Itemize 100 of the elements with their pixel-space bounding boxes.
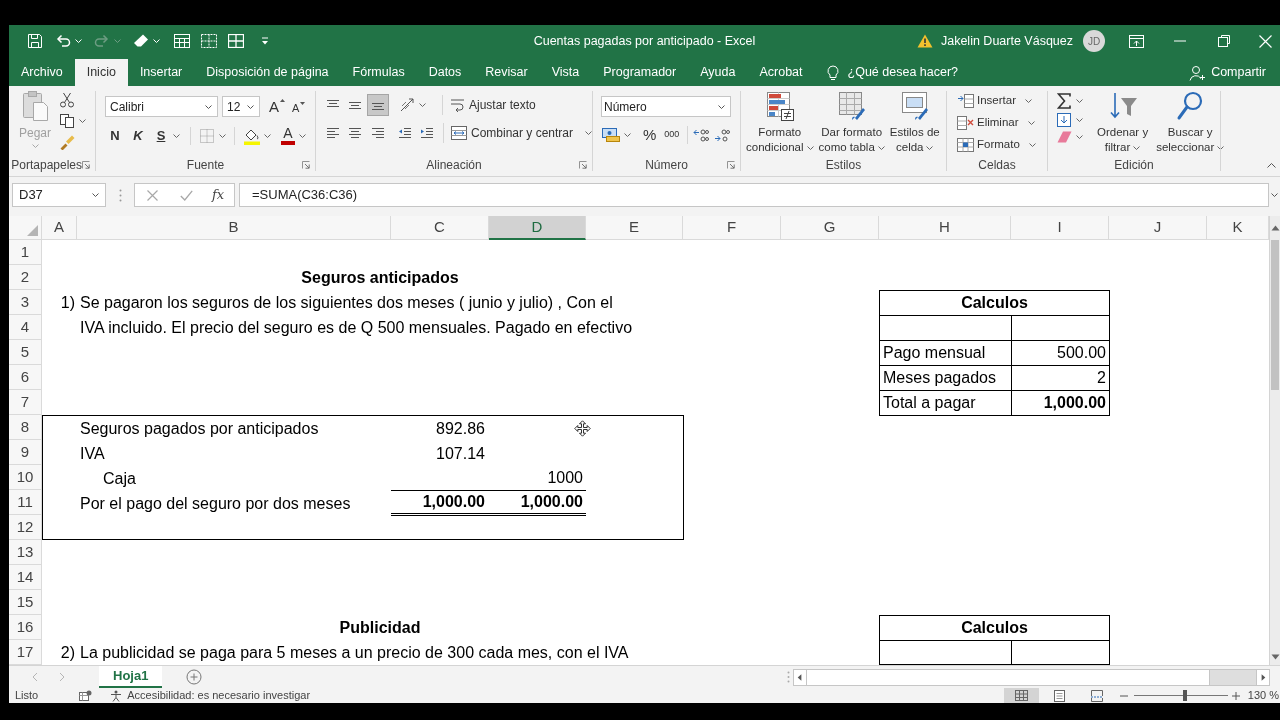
user-avatar[interactable]: JD [1083,30,1105,52]
row-header[interactable]: 7 [9,390,42,415]
increase-decimal-icon[interactable] [693,128,710,142]
ribbon-tab[interactable]: Datos [416,59,474,86]
sheet-tab[interactable]: Hoja1 [99,666,163,688]
insert-cells-button[interactable]: Insertar [957,91,1047,111]
more-options-icon[interactable] [119,188,122,202]
scroll-right-icon[interactable] [1256,669,1269,685]
column-header[interactable]: K [1207,216,1269,240]
zoom-slider-thumb[interactable] [1183,690,1188,701]
column-header[interactable]: G [781,216,879,240]
customize-toolbar-icon[interactable] [261,37,269,45]
name-box[interactable]: D37 [12,183,106,207]
ribbon-tab[interactable]: Revisar [473,59,540,86]
delete-cells-button[interactable]: Eliminar [957,113,1047,133]
column-header[interactable]: J [1109,216,1207,240]
caret-icon[interactable] [264,134,271,138]
format-painter-icon[interactable] [59,134,75,150]
shrink-font-button[interactable]: A [292,102,306,114]
caret-icon[interactable] [1271,193,1278,197]
column-header[interactable]: D [489,216,586,240]
format-as-table-button[interactable]: Dar formato como tabla [818,91,885,155]
caret-icon[interactable] [1076,118,1083,122]
grow-font-button[interactable]: A [269,99,285,114]
close-icon[interactable] [1259,34,1272,48]
column-header[interactable]: F [683,216,781,240]
font-size-field[interactable]: 12 [222,96,260,117]
insert-function-button[interactable]: fx [212,185,225,205]
row-header[interactable]: 5 [9,340,42,365]
scissors-icon[interactable] [59,92,75,108]
formula-field[interactable]: =SUMA(C36:C36) [239,183,1269,207]
save-icon[interactable] [27,33,43,49]
fill-down-icon[interactable] [1057,113,1071,127]
column-header[interactable]: A [42,216,77,240]
orientation-icon[interactable] [399,97,415,113]
normal-view-button[interactable] [1003,688,1039,703]
decrease-decimal-icon[interactable] [714,128,731,142]
grid-icon[interactable] [201,34,217,48]
horizontal-scrollbar[interactable] [793,668,1270,686]
ribbon-tab[interactable]: Programador [591,59,689,86]
row-header[interactable]: 8 [9,415,42,440]
cell-styles-button[interactable]: Estilos de celda [889,91,940,155]
align-bottom-button[interactable] [367,94,389,116]
scroll-down-icon[interactable] [1270,654,1280,660]
undo-icon[interactable] [55,33,71,49]
increase-indent-icon[interactable] [420,127,434,139]
row-header[interactable]: 3 [9,290,42,315]
collapse-ribbon-icon[interactable] [1267,163,1276,168]
row-header[interactable]: 13 [9,540,42,565]
format-cells-button[interactable]: Formato [957,135,1047,155]
caret-icon[interactable] [219,134,226,138]
scrollbar-thumb[interactable] [1271,240,1279,390]
sigma-icon[interactable] [1057,93,1071,109]
minimize-icon[interactable] [1173,40,1187,42]
new-sheet-icon[interactable] [186,669,203,685]
user-name[interactable]: Jakelin Duarte Vásquez [940,31,1073,51]
bold-button[interactable]: N [108,126,122,146]
ribbon-tab[interactable]: Insertar [127,59,195,86]
find-select-button[interactable]: Buscar y seleccionar [1156,91,1225,155]
table-icon[interactable] [174,34,190,48]
row-header[interactable]: 14 [9,565,42,590]
row-header[interactable]: 6 [9,365,42,390]
accounting-format-icon[interactable] [602,128,620,142]
ribbon-tab[interactable]: Vista [539,59,592,86]
ribbon-tab[interactable]: Archivo [9,59,75,86]
caret-icon[interactable] [79,119,86,123]
column-header[interactable]: B [77,216,391,240]
ribbon-tab[interactable]: Acrobat [747,59,815,86]
italic-button[interactable]: K [131,126,145,146]
column-header[interactable]: I [1011,216,1109,240]
decrease-indent-icon[interactable] [398,127,412,139]
caret-icon[interactable] [1076,99,1083,103]
column-header[interactable]: H [879,216,1011,240]
comma-style-button[interactable]: 000 [664,128,680,142]
row-header[interactable]: 4 [9,315,42,340]
align-center-icon[interactable] [348,127,362,139]
underline-button[interactable]: S [154,126,168,146]
ribbon-tab[interactable]: Inicio [74,59,128,86]
scroll-left-icon[interactable] [794,669,807,685]
eraser-icon[interactable] [133,34,149,48]
align-middle-icon[interactable] [348,99,362,111]
row-header[interactable]: 2 [9,265,42,290]
align-left-icon[interactable] [326,127,340,139]
sort-filter-button[interactable]: Ordenar y filtrar [1097,91,1149,155]
dialog-launcher-icon[interactable] [302,161,310,169]
caret-icon[interactable] [173,134,180,138]
number-format-dropdown[interactable]: Número [601,96,731,117]
tell-me-search[interactable]: ¿Qué desea hacer? [826,59,959,86]
row-header[interactable]: 1 [9,240,42,265]
dialog-launcher-icon[interactable] [82,161,90,169]
font-name-field[interactable]: Calibri [105,96,218,117]
scrollbar-thumb[interactable] [807,669,1210,685]
restore-icon[interactable] [1217,34,1231,48]
caret-icon[interactable] [624,133,631,137]
row-header[interactable]: 15 [9,590,42,615]
share-button[interactable]: Compartir [1189,59,1266,86]
conditional-formatting-button[interactable]: Formato condicional [746,91,814,155]
copy-icon[interactable] [59,113,75,129]
row-header[interactable]: 17 [9,640,42,665]
fill-color-icon[interactable] [243,127,261,145]
